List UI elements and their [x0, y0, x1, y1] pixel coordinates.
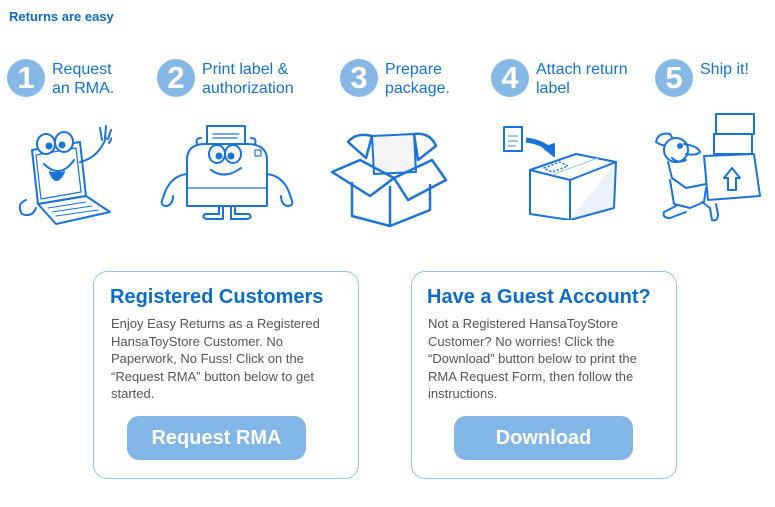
step-label-3: Prepare package. [385, 61, 450, 97]
step-1: 1 Request an RMA. [7, 59, 114, 98]
guest-account-title: Have a Guest Account? [427, 286, 651, 308]
step-3: 3 Prepare package. [340, 59, 450, 98]
step-4: 4 Attach return label [491, 59, 628, 98]
step-label-1: Request an RMA. [52, 61, 115, 97]
step-5: 5 Ship it! [655, 59, 749, 97]
laptop-mascot-icon [12, 122, 112, 227]
registered-customers-description: Enjoy Easy Returns as a Registered Hansa… [111, 316, 320, 401]
registered-customers-title: Registered Customers [110, 286, 324, 308]
open-box-icon [326, 124, 452, 228]
step-label-2: Print label & authorization [202, 61, 294, 97]
download-button[interactable]: Download [454, 416, 633, 460]
step-number-3: 3 [340, 59, 378, 97]
guest-account-description: Not a Registered HansaToyStore Customer?… [428, 316, 637, 401]
page-title: Returns are easy [9, 9, 114, 24]
registered-customers-panel: Registered Customers Enjoy Easy Returns … [93, 271, 359, 479]
printer-mascot-icon [155, 124, 295, 220]
step-label-4: Attach return label [536, 61, 628, 97]
guest-account-panel: Have a Guest Account? Not a Registered H… [411, 271, 677, 479]
step-number-5: 5 [655, 59, 693, 97]
step-number-4: 4 [491, 59, 529, 97]
step-number-1: 1 [7, 59, 45, 97]
request-rma-button[interactable]: Request RMA [127, 416, 306, 460]
step-number-2: 2 [157, 59, 195, 97]
step-2: 2 Print label & authorization [157, 59, 294, 98]
label-on-box-icon [502, 124, 620, 220]
step-label-5: Ship it! [700, 61, 749, 78]
delivery-man-icon [646, 108, 772, 224]
